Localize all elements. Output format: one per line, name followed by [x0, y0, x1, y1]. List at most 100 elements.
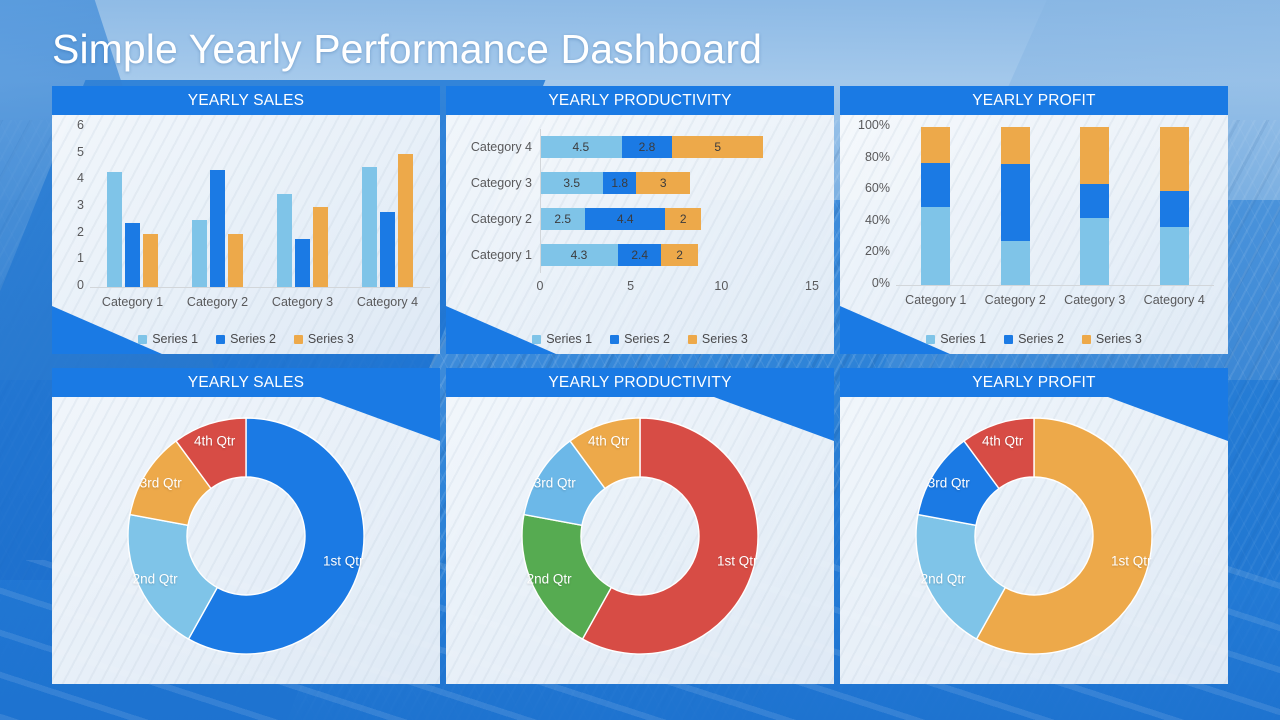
donut-slice-label: 2nd Qtr [526, 571, 572, 587]
x-axis-tick: Category 1 [905, 293, 967, 307]
bar-segment[interactable]: 3.5 [540, 172, 604, 194]
x-axis-line [90, 287, 430, 288]
stacked-bar [921, 127, 951, 285]
bar-segment[interactable]: 2 [665, 208, 702, 230]
x-axis-tick: Category 1 [101, 295, 164, 309]
stacked-columns [896, 127, 1214, 285]
card-title-yearly-profit-stacked: YEARLY PROFIT [840, 86, 1228, 115]
bar[interactable] [210, 169, 225, 287]
bar-value-label: 1.8 [611, 176, 629, 190]
bar-segment[interactable]: 2 [661, 244, 698, 266]
category-label: Category 1 [470, 248, 532, 262]
x-axis-tick: Category 2 [186, 295, 249, 309]
card-title-yearly-productivity-bar: YEARLY PRODUCTIVITY [446, 86, 834, 115]
bar[interactable] [313, 207, 328, 287]
bar-segment[interactable] [1080, 218, 1110, 285]
legend-item[interactable]: Series 2 [216, 332, 276, 346]
y-axis-tick: 4 [77, 171, 84, 186]
y-axis-tick: 20% [864, 244, 890, 259]
stacked-column [976, 127, 1056, 285]
bar-segment[interactable] [1080, 127, 1110, 185]
bar-segment[interactable]: 4.5 [540, 136, 622, 158]
donut-slice-label: 1st Qtr [1111, 553, 1152, 569]
bar[interactable] [295, 239, 310, 287]
card-yearly-profit-stacked: YEARLY PROFIT 100% 80% 60% 40% 20% 0% Category… [840, 86, 1228, 354]
bar-segment[interactable] [1000, 163, 1030, 242]
bar-segment[interactable] [1159, 227, 1189, 285]
bar-segment[interactable] [921, 163, 951, 207]
bar-segment[interactable]: 4.4 [585, 208, 666, 230]
y-axis-tick: 3 [77, 198, 84, 212]
donut-svg [521, 417, 759, 655]
bar-value-label: 4.4 [616, 212, 634, 226]
bar-value-label: 5 [714, 140, 722, 154]
bar-segment[interactable] [921, 206, 951, 285]
bar-segment[interactable]: 1.8 [603, 172, 637, 194]
bar-row: Category 4 4.5 2.8 5 [446, 129, 764, 165]
bar-segment[interactable]: 3 [636, 172, 691, 194]
bar[interactable] [107, 172, 122, 287]
card-yearly-sales-column: YEARLY SALES 6 5 4 3 2 1 0 Category 1 Category 2… [52, 86, 440, 354]
legend-item[interactable]: Series 1 [532, 332, 592, 346]
legend-item[interactable]: Series 3 [687, 332, 748, 346]
x-axis-tick: 5 [627, 279, 635, 293]
card-title-yearly-productivity-donut: YEARLY PRODUCTIVITY [446, 368, 834, 397]
stacked-bar [1000, 127, 1030, 285]
legend-item[interactable]: Series 2 [1004, 332, 1064, 346]
bar-segment[interactable]: 2.5 [540, 208, 586, 230]
bar-segment[interactable]: 5 [672, 136, 764, 158]
bar-value-label: 2.5 [554, 212, 571, 226]
bar-segment[interactable] [1000, 127, 1030, 164]
bar-segment[interactable]: 2.4 [617, 244, 662, 266]
category-label: Category 2 [470, 212, 532, 226]
legend-label: Series 2 [1018, 332, 1064, 346]
bar[interactable] [277, 193, 292, 287]
legend-item[interactable]: Series 1 [138, 332, 198, 346]
card-title-yearly-sales-column: YEARLY SALES [52, 86, 440, 115]
chart-legend: Series 1 Series 2 Series 3 [446, 332, 834, 346]
legend-item[interactable]: Series 1 [926, 332, 986, 346]
column-group [345, 127, 430, 287]
stacked-bar [1159, 127, 1189, 285]
legend-item[interactable]: Series 3 [1081, 332, 1142, 346]
card-title-yearly-sales-donut: YEARLY SALES [52, 368, 440, 397]
column-groups [90, 127, 430, 287]
y-axis-tick: 2 [77, 224, 84, 239]
bar-segment[interactable] [1000, 241, 1030, 285]
legend-swatch [1004, 334, 1014, 344]
legend-label: Series 2 [230, 332, 276, 346]
legend-label: Series 3 [307, 332, 354, 346]
bar[interactable] [362, 167, 377, 287]
bar-segment[interactable] [1159, 191, 1189, 228]
legend-label: Series 1 [546, 332, 593, 346]
legend-swatch [293, 334, 303, 344]
legend-swatch [216, 334, 226, 344]
donut-slice-label: 4th Qtr [587, 433, 630, 448]
legend-swatch [532, 334, 542, 344]
chart-yearly-profit-donut: 1st Qtr 2nd Qtr 3rd Qtr 4th Qtr [840, 397, 1228, 684]
bar[interactable] [143, 233, 158, 287]
bar[interactable] [125, 223, 140, 287]
bar[interactable] [228, 233, 243, 287]
donut-slice-label: 3rd Qtr [927, 475, 970, 491]
chart-legend: Series 1 Series 2 Series 3 [52, 332, 440, 346]
bar-segment[interactable] [921, 127, 951, 164]
legend-label: Series 3 [701, 332, 748, 346]
donut-slice-label: 4th Qtr [981, 433, 1024, 448]
y-axis-tick: 1 [77, 251, 84, 266]
stacked-column [896, 127, 976, 285]
bar-segment[interactable]: 2.8 [621, 136, 673, 158]
bar-segment[interactable] [1159, 127, 1189, 192]
bar-segment[interactable]: 4.3 [540, 244, 618, 266]
stacked-bar: 4.3 2.4 2 [540, 244, 698, 266]
x-axis-tick: Category 4 [356, 295, 419, 309]
bar[interactable] [380, 212, 395, 287]
bar-segment[interactable] [1080, 184, 1110, 219]
bar[interactable] [192, 220, 207, 287]
legend-item[interactable]: Series 3 [293, 332, 354, 346]
legend-item[interactable]: Series 2 [610, 332, 670, 346]
donut-svg [127, 417, 365, 655]
donut-slice-label: 1st Qtr [717, 553, 758, 569]
x-axis-tick: Category 3 [271, 295, 334, 309]
bar[interactable] [398, 153, 413, 287]
